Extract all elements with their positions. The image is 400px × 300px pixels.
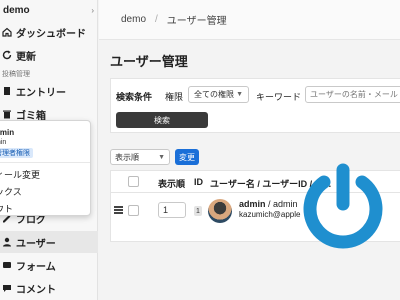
- select-all-checkbox[interactable]: [128, 176, 139, 187]
- sidebar-item-label: ユーザー: [16, 238, 56, 250]
- header-id: ID: [194, 177, 203, 187]
- sidebar-item-dashboard[interactable]: ダッシュボード: [0, 21, 98, 43]
- avatar: [208, 199, 232, 223]
- site-name: demo: [3, 4, 30, 16]
- sidebar-item-label: フォーム: [16, 261, 56, 273]
- authority-select[interactable]: 全ての権限 ▼: [188, 86, 249, 103]
- user-display-name: admin: [239, 199, 266, 209]
- keyword-label: キーワード: [256, 92, 302, 102]
- user-id: admin: [273, 199, 298, 209]
- user-menu-header: dmin min 管理者権限: [0, 121, 90, 163]
- authority-label: 権限: [165, 92, 184, 102]
- bulk-action-select[interactable]: 表示順 ▼: [110, 149, 170, 165]
- chevron-down-icon: ▼: [236, 91, 243, 98]
- search-button[interactable]: 検索: [116, 112, 208, 128]
- sidebar-item-label: ダッシュボード: [16, 28, 86, 40]
- breadcrumb-current: ユーザー管理: [166, 16, 227, 27]
- form-icon: [3, 262, 11, 268]
- refresh-icon: [2, 50, 12, 60]
- main-content: demo / ユーザー管理 ユーザー管理 検索条件 権限 全ての権限 ▼ キーワ…: [99, 0, 400, 300]
- sidebar-item-entry[interactable]: エントリー: [0, 80, 98, 102]
- document-icon: [4, 87, 10, 95]
- keyword-input[interactable]: [305, 86, 400, 103]
- user-menu-id: min: [0, 139, 7, 146]
- sidebar-item-comment[interactable]: コメント: [0, 277, 98, 299]
- bulk-action-value: 表示順: [115, 152, 139, 162]
- site-switcher[interactable]: demo ›: [0, 0, 98, 20]
- order-input[interactable]: 1: [158, 202, 186, 218]
- breadcrumb-separator: /: [155, 14, 158, 25]
- sidebar-item-label: エントリー: [16, 87, 66, 99]
- role-badge: 管理者権限: [0, 148, 33, 158]
- power-icon[interactable]: [298, 160, 388, 250]
- user-name[interactable]: admin / admin: [239, 199, 298, 209]
- drag-handle-icon[interactable]: [114, 206, 123, 214]
- header-order: 表示順: [158, 179, 186, 189]
- menu-item-logout[interactable]: ウト: [0, 202, 13, 215]
- user-email: kazumich@apple: [239, 210, 301, 219]
- menu-item-profile[interactable]: ィール変更: [0, 168, 40, 181]
- change-button[interactable]: 変更: [175, 149, 199, 165]
- breadcrumb-root[interactable]: demo: [121, 14, 146, 25]
- sidebar-item-user[interactable]: ユーザー: [0, 231, 98, 253]
- row-checkbox[interactable]: [128, 205, 139, 216]
- page-title: ユーザー管理: [110, 54, 188, 69]
- chevron-down-icon: ▼: [158, 153, 165, 161]
- comment-icon: [3, 285, 11, 292]
- sidebar-item-label: 更新: [16, 51, 36, 63]
- home-icon: [2, 27, 12, 37]
- user-menu-name: dmin: [0, 128, 15, 137]
- authority-select-value: 全ての権限: [194, 90, 234, 99]
- sidebar-section-label: 投稿管理: [2, 71, 30, 78]
- search-title: 検索条件: [116, 92, 153, 102]
- user-icon: [3, 237, 11, 247]
- sidebar-item-label: コメント: [16, 284, 56, 296]
- breadcrumb: demo / ユーザー管理: [99, 0, 400, 40]
- sidebar-item-form[interactable]: フォーム: [0, 254, 98, 276]
- sidebar-item-update[interactable]: 更新: [0, 44, 98, 66]
- menu-item-inbox[interactable]: ックス: [0, 185, 22, 198]
- search-panel: 検索条件 権限 全ての権限 ▼ キーワード 検索: [110, 78, 400, 133]
- id-badge: 1: [194, 206, 202, 216]
- user-menu-popover: dmin min 管理者権限 ィール変更 ックス ウト: [0, 120, 91, 216]
- trash-icon: [3, 110, 11, 119]
- chevron-right-icon: ›: [91, 5, 94, 15]
